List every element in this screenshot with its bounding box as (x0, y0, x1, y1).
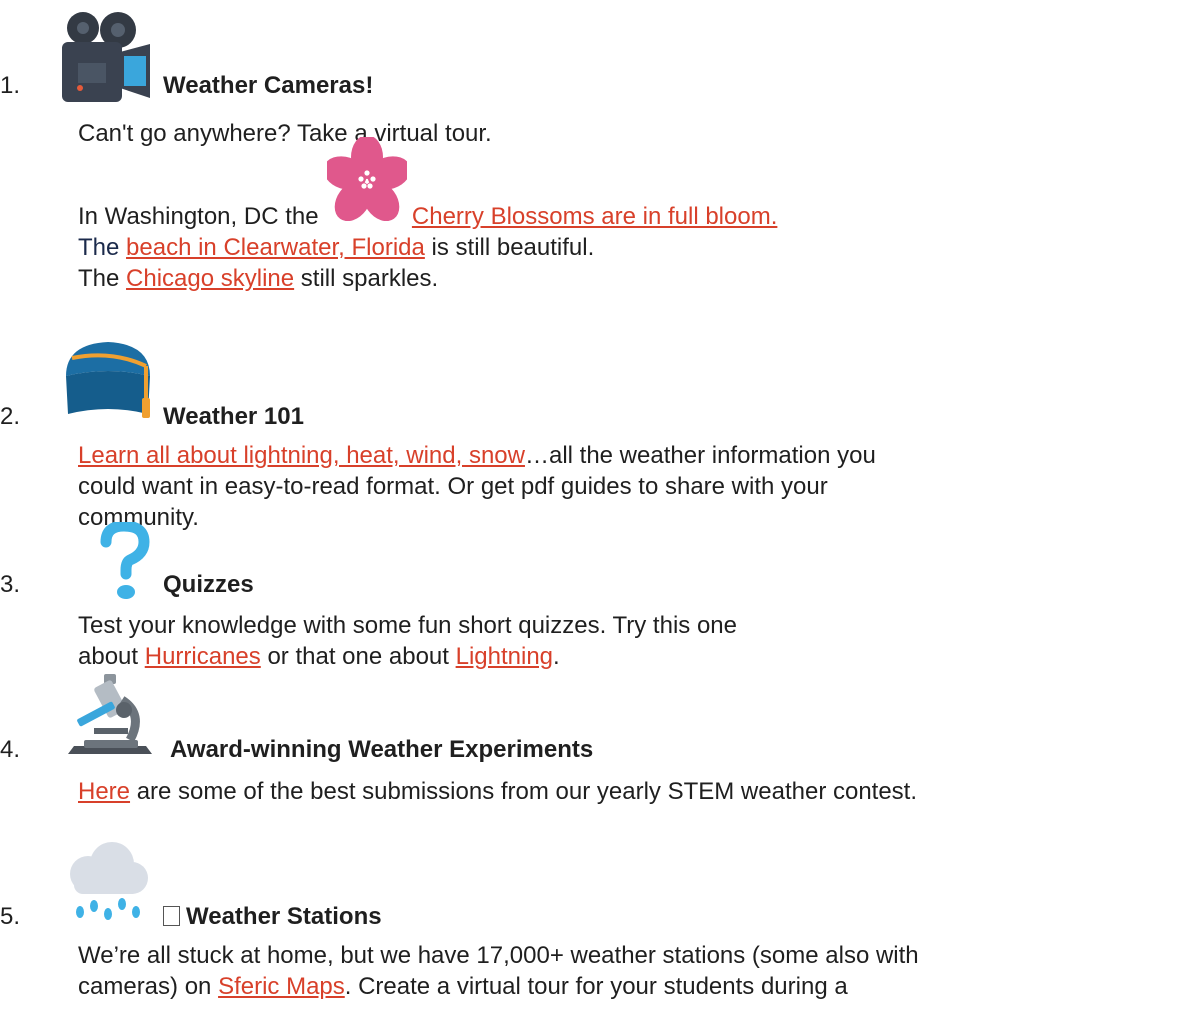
item-title: Quizzes (163, 571, 254, 598)
washington-line: In Washington, DC the Cherry Blossoms ar… (78, 137, 1158, 232)
experiments-here-link[interactable]: Here (78, 778, 130, 805)
clearwater-line: The beach in Clearwater, Florida is stil… (78, 234, 595, 261)
item-number: 2. (0, 403, 21, 430)
clearwater-beach-link[interactable]: beach in Clearwater, Florida (126, 234, 425, 261)
chicago-skyline-link[interactable]: Chicago skyline (126, 265, 294, 292)
rain-cloud-icon (60, 840, 152, 929)
intro-text: Can't go anywhere? Take a virtual tour. (78, 120, 492, 147)
item-title: Award-winning Weather Experiments (170, 736, 594, 763)
item-number: 1. (0, 72, 21, 99)
item-title: Weather Stations (163, 903, 382, 931)
item-body: Can't go anywhere? Take a virtual tour. … (78, 118, 1158, 294)
hurricanes-quiz-link[interactable]: Hurricanes (145, 643, 261, 670)
sferic-maps-link[interactable]: Sferic Maps (218, 973, 345, 1000)
item-title: Weather Cameras! (163, 72, 374, 99)
video-camera-icon (58, 8, 152, 109)
page: 1. Weather Cameras! Can't go anywhere? T… (0, 0, 1188, 1028)
chicago-line: The Chicago skyline still sparkles. (78, 265, 439, 292)
weather-101-link[interactable]: Learn all about lightning, heat, wind, s… (78, 442, 525, 469)
microscope-icon (64, 670, 156, 761)
item-body: We’re all stuck at home, but we have 17,… (78, 942, 919, 1000)
item-body: Here are some of the best submissions fr… (78, 778, 918, 805)
question-mark-icon (100, 520, 150, 607)
item-title: Weather 101 (163, 403, 304, 430)
item-number: 4. (0, 736, 21, 763)
item-number: 3. (0, 571, 21, 598)
item-body: Learn all about lightning, heat, wind, s… (78, 442, 876, 531)
placeholder-box-icon (163, 906, 180, 926)
graduation-cap-icon (60, 336, 156, 429)
cherry-blossoms-link[interactable]: Cherry Blossoms are in full bloom. (412, 203, 777, 230)
cherry-blossom-icon (325, 137, 408, 224)
lightning-quiz-link[interactable]: Lightning (456, 643, 553, 670)
item-body: Test your knowledge with some fun short … (78, 612, 737, 670)
item-number: 5. (0, 903, 21, 930)
